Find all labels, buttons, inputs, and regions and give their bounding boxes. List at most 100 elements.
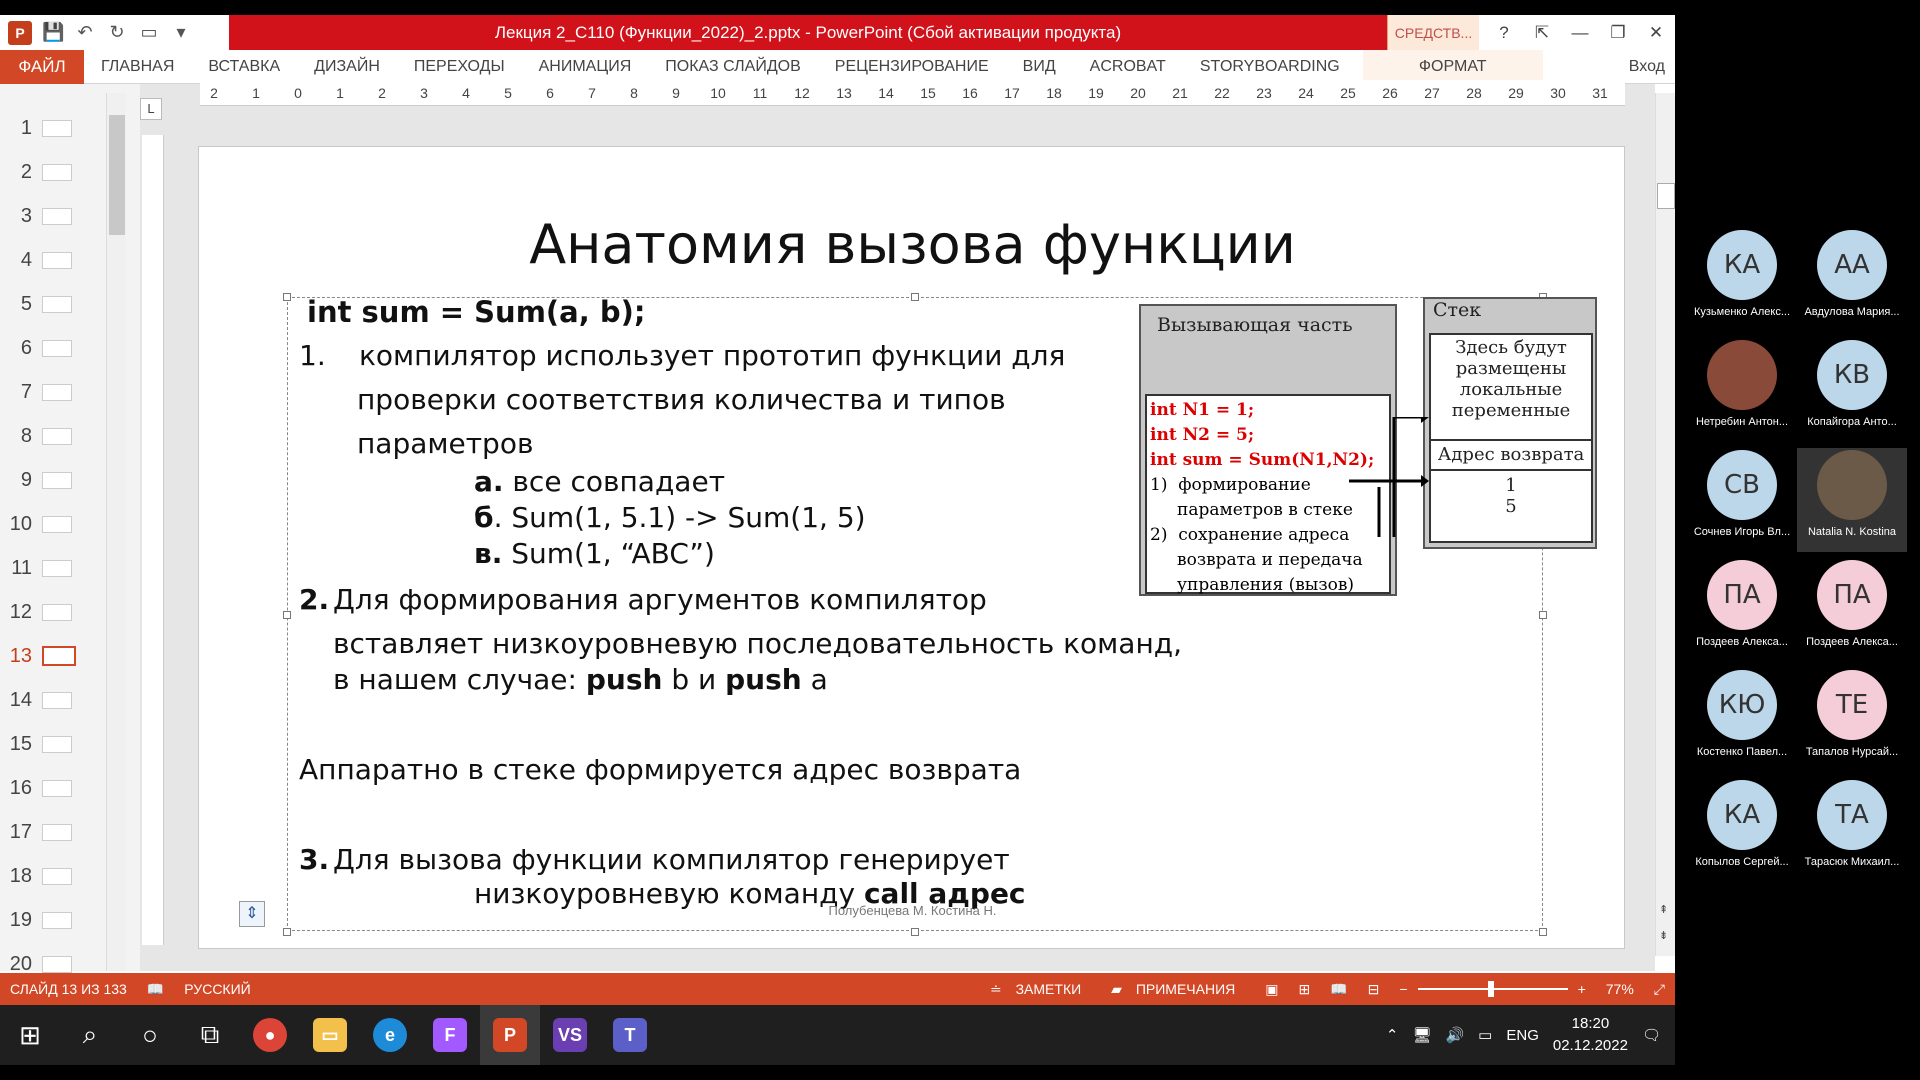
- slide-thumbnail[interactable]: 4: [0, 242, 100, 278]
- slide-thumbnail[interactable]: 3: [0, 198, 100, 234]
- language-indicator[interactable]: РУССКИЙ: [174, 981, 260, 997]
- zoom-thumb[interactable]: [1487, 981, 1494, 997]
- slide-thumbnail[interactable]: 14: [0, 682, 100, 718]
- slide-thumbnail[interactable]: 11: [0, 550, 100, 586]
- tab-insert[interactable]: ВСТАВКА: [191, 50, 297, 84]
- reading-view-icon[interactable]: 📖: [1320, 981, 1357, 998]
- edge-icon[interactable]: e: [360, 1005, 420, 1065]
- slide-thumbnail[interactable]: 8: [0, 418, 100, 454]
- spellcheck-icon[interactable]: 📖: [137, 981, 174, 998]
- slide-title[interactable]: Анатомия вызова функции: [199, 213, 1626, 276]
- participant-tile[interactable]: КА Кузьменко Алекс...: [1687, 228, 1797, 332]
- zoom-slider[interactable]: [1417, 981, 1568, 997]
- zoom-in-icon[interactable]: +: [1568, 981, 1596, 997]
- next-slide-icon[interactable]: ⇟: [1659, 929, 1668, 942]
- zoom-level[interactable]: 77%: [1596, 981, 1644, 997]
- normal-view-icon[interactable]: ▣: [1255, 981, 1288, 998]
- resize-handle[interactable]: [1539, 928, 1547, 936]
- slide-thumbnail[interactable]: 17: [0, 814, 100, 850]
- tab-view[interactable]: ВИД: [1006, 50, 1073, 84]
- slide-thumbnail[interactable]: 12: [0, 594, 100, 630]
- slide-thumbnail[interactable]: 5: [0, 286, 100, 322]
- tab-review[interactable]: РЕЦЕНЗИРОВАНИЕ: [818, 50, 1006, 84]
- chrome-icon[interactable]: ●: [240, 1005, 300, 1065]
- save-icon[interactable]: 💾: [42, 22, 64, 43]
- tab-acrobat[interactable]: ACROBAT: [1073, 50, 1183, 84]
- tab-slideshow[interactable]: ПОКАЗ СЛАЙДОВ: [648, 50, 818, 84]
- slide-thumbnail[interactable]: 18: [0, 858, 100, 894]
- slideshow-view-icon[interactable]: ⊟: [1358, 981, 1390, 998]
- cortana-icon[interactable]: ○: [120, 1005, 180, 1065]
- slide-scrollbar[interactable]: ⇞ ⇟: [1655, 93, 1675, 956]
- scroll-thumb[interactable]: [109, 115, 125, 235]
- figma-icon[interactable]: F: [420, 1005, 480, 1065]
- slide-sorter-icon[interactable]: ⊞: [1288, 981, 1320, 998]
- resize-handle[interactable]: [911, 293, 919, 301]
- participant-tile[interactable]: КЮ Костенко Павел...: [1687, 668, 1797, 772]
- minimize-button[interactable]: —: [1561, 15, 1599, 50]
- scroll-thumb[interactable]: [1657, 183, 1675, 209]
- slide[interactable]: Анатомия вызова функции int sum = Sum(a,…: [198, 146, 1625, 949]
- redo-icon[interactable]: ↻: [106, 22, 128, 43]
- slide-counter[interactable]: СЛАЙД 13 ИЗ 133: [0, 981, 137, 997]
- resize-handle[interactable]: [911, 928, 919, 936]
- slide-thumbnail[interactable]: 1: [0, 110, 100, 146]
- close-button[interactable]: ✕: [1637, 15, 1675, 50]
- resize-handle[interactable]: [283, 611, 291, 619]
- battery-icon[interactable]: ▭: [1478, 1026, 1492, 1044]
- slide-thumbnail[interactable]: 19: [0, 902, 100, 938]
- participant-tile[interactable]: АА Авдулова Мария...: [1797, 228, 1907, 332]
- tab-storyboarding[interactable]: STORYBOARDING: [1183, 50, 1357, 84]
- participant-tile[interactable]: ТА Тарасюк Михаил...: [1797, 778, 1907, 882]
- participant-tile[interactable]: КВ Копайгора Анто...: [1797, 338, 1907, 442]
- customize-icon[interactable]: ▾: [170, 22, 192, 43]
- drawing-tools-tab[interactable]: СРЕДСТВ...: [1387, 15, 1479, 50]
- zoom-out-icon[interactable]: −: [1389, 981, 1417, 997]
- undo-icon[interactable]: ↶: [74, 22, 96, 43]
- chevron-up-icon[interactable]: ⌃: [1386, 1026, 1399, 1044]
- slide-thumbnail[interactable]: 10: [0, 506, 100, 542]
- autofit-options-icon[interactable]: ⇕: [239, 901, 265, 927]
- tab-format[interactable]: ФОРМАТ: [1362, 49, 1543, 84]
- input-language[interactable]: ENG: [1506, 1027, 1539, 1044]
- notes-button[interactable]: ≐ ЗАМЕТКИ: [980, 981, 1101, 998]
- search-icon[interactable]: ⌕: [60, 1005, 120, 1065]
- tab-file[interactable]: ФАЙЛ: [0, 49, 84, 84]
- slide-thumbnail[interactable]: 9: [0, 462, 100, 498]
- slide-thumbnail[interactable]: 6: [0, 330, 100, 366]
- participant-tile[interactable]: ПА Поздеев Алекса...: [1797, 558, 1907, 662]
- slide-thumbnail[interactable]: 13: [0, 638, 100, 674]
- file-explorer-icon[interactable]: ▭: [300, 1005, 360, 1065]
- comments-button[interactable]: ▰ ПРИМЕЧАНИЯ: [1101, 981, 1255, 998]
- prev-slide-icon[interactable]: ⇞: [1659, 903, 1668, 916]
- tab-design[interactable]: ДИЗАЙН: [297, 50, 397, 84]
- teams-icon[interactable]: T: [600, 1005, 660, 1065]
- tab-selector[interactable]: L: [140, 98, 162, 120]
- visual-studio-icon[interactable]: VS: [540, 1005, 600, 1065]
- slide-thumbnail[interactable]: 7: [0, 374, 100, 410]
- participant-tile[interactable]: ТЕ Тапалов Нурсай...: [1797, 668, 1907, 772]
- network-icon[interactable]: 🖥: [1412, 1026, 1431, 1044]
- slide-thumbnail[interactable]: 16: [0, 770, 100, 806]
- powerpoint-icon[interactable]: P: [8, 20, 32, 45]
- resize-handle[interactable]: [283, 928, 291, 936]
- sign-in-link[interactable]: Вход: [1629, 58, 1675, 76]
- participant-tile[interactable]: ПА Поздеев Алекса...: [1687, 558, 1797, 662]
- volume-icon[interactable]: 🔊: [1445, 1026, 1464, 1044]
- tab-animations[interactable]: АНИМАЦИЯ: [522, 50, 649, 84]
- help-button[interactable]: ?: [1485, 15, 1523, 50]
- task-view-icon[interactable]: ⧉: [180, 1005, 240, 1065]
- thumbnails-scrollbar[interactable]: [106, 93, 126, 971]
- clock[interactable]: 18:20 02.12.2022: [1553, 1013, 1628, 1057]
- powerpoint-taskbar-icon[interactable]: P: [480, 1005, 540, 1065]
- restore-button[interactable]: ❐: [1599, 15, 1637, 50]
- tab-transitions[interactable]: ПЕРЕХОДЫ: [397, 50, 522, 84]
- participant-tile[interactable]: СВ Сочнев Игорь Вл...: [1687, 448, 1797, 552]
- slide-thumbnail[interactable]: 15: [0, 726, 100, 762]
- notification-icon[interactable]: 🗨: [1642, 1026, 1661, 1044]
- slideshow-icon[interactable]: ▭: [138, 22, 160, 43]
- participant-tile[interactable]: КА Копылов Сергей...: [1687, 778, 1797, 882]
- resize-handle[interactable]: [283, 293, 291, 301]
- ribbon-display-icon[interactable]: ⇱: [1523, 15, 1561, 50]
- participant-tile[interactable]: Нетребин Антон...: [1687, 338, 1797, 442]
